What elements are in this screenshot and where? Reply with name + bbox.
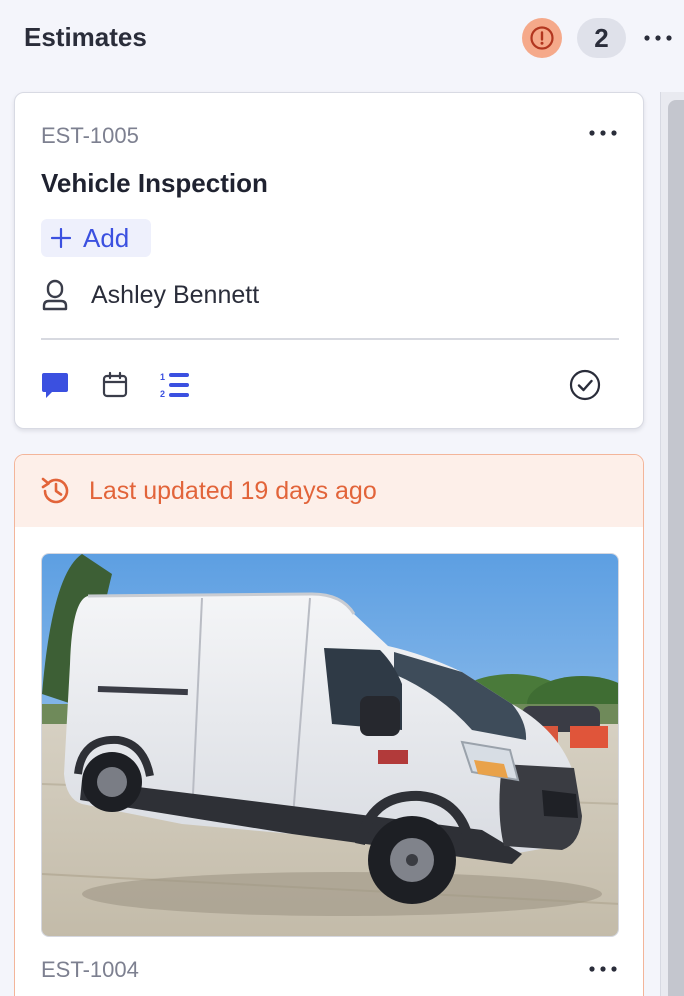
stale-update-banner: Last updated 19 days ago	[15, 455, 643, 527]
checklist-button[interactable]: 1 2	[159, 369, 191, 401]
assignee-name: Ashley Bennett	[91, 280, 260, 309]
vehicle-photo[interactable]	[41, 553, 619, 937]
assignee[interactable]: Ashley Bennett	[41, 277, 259, 313]
comment-button[interactable]	[39, 369, 71, 401]
scrollbar-thumb[interactable]	[668, 100, 684, 996]
estimate-card[interactable]: EST-1005 Vehicle Inspection Add Ashley B…	[14, 92, 644, 429]
history-icon	[41, 477, 69, 504]
exclamation-circle-icon	[530, 26, 554, 50]
svg-text:1: 1	[160, 372, 165, 382]
calendar-icon	[102, 371, 128, 398]
add-button[interactable]: Add	[41, 219, 151, 257]
check-circle-icon	[569, 369, 601, 401]
column-more-button[interactable]	[642, 24, 674, 52]
ordered-list-icon: 1 2	[160, 372, 189, 399]
cargo-van-image	[42, 554, 618, 936]
card-divider	[41, 338, 619, 340]
column-title: Estimates	[24, 22, 147, 52]
mark-complete-button[interactable]	[569, 369, 601, 401]
estimate-title[interactable]: Vehicle Inspection	[41, 168, 268, 199]
stale-update-text: Last updated 19 days ago	[89, 476, 377, 505]
card-more-button[interactable]	[583, 955, 623, 983]
horizontal-dots-icon	[589, 966, 617, 972]
overdue-alert-badge[interactable]	[522, 18, 562, 58]
add-button-label: Add	[83, 222, 130, 253]
due-date-button[interactable]	[99, 369, 131, 401]
person-icon	[42, 279, 68, 311]
svg-text:2: 2	[160, 389, 165, 399]
estimate-id: EST-1004	[41, 957, 139, 982]
card-more-button[interactable]	[583, 119, 623, 147]
estimate-card[interactable]: Last updated 19 days ago EST-1004	[14, 454, 644, 996]
comment-icon	[42, 373, 68, 398]
horizontal-dots-icon	[589, 130, 617, 136]
estimate-id: EST-1005	[41, 123, 139, 148]
column-header: Estimates 2	[0, 0, 684, 76]
card-count-badge: 2	[577, 18, 626, 58]
plus-icon	[51, 228, 71, 248]
horizontal-dots-icon	[644, 35, 672, 41]
